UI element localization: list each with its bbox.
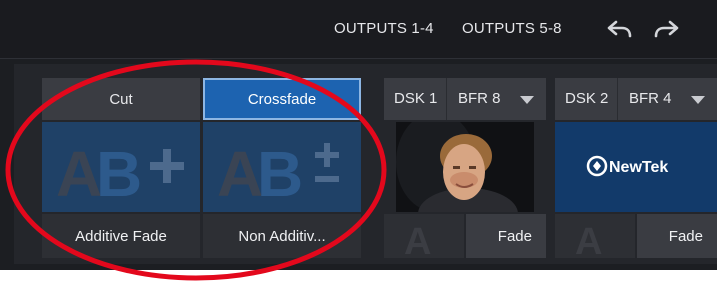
top-tab-bar: OUTPUTS 1-4 OUTPUTS 5-8 bbox=[0, 0, 717, 59]
redo-icon[interactable] bbox=[652, 17, 680, 41]
additive-fade-icon: A B bbox=[56, 138, 184, 210]
dsk1-thumbnail[interactable] bbox=[396, 122, 534, 212]
additive-fade-label[interactable]: Additive Fade bbox=[42, 214, 200, 258]
cut-button[interactable]: Cut bbox=[42, 78, 200, 120]
live-panel: OUTPUTS 1-4 OUTPUTS 5-8 Cut Crossfade A … bbox=[0, 0, 717, 270]
dsk2-fade-button[interactable]: Fade bbox=[637, 214, 717, 258]
dsk1-header: DSK 1 BFR 8 bbox=[384, 78, 546, 120]
person-portrait-image bbox=[396, 122, 534, 212]
non-additive-fade-tile[interactable]: A B bbox=[203, 122, 361, 212]
dsk1-buffer-select[interactable]: BFR 8 bbox=[458, 90, 501, 107]
dsk2-ab-toggle[interactable]: A bbox=[555, 214, 635, 263]
ab-icon: A bbox=[575, 221, 602, 263]
dsk1-button[interactable]: DSK 1 bbox=[394, 90, 437, 107]
non-additive-fade-icon: A B bbox=[217, 138, 339, 210]
non-additive-label[interactable]: Non Additiv... bbox=[203, 214, 361, 258]
dsk2-buffer-select[interactable]: BFR 4 bbox=[629, 90, 672, 107]
chevron-down-icon[interactable] bbox=[691, 96, 705, 104]
tab-outputs-5-8[interactable]: OUTPUTS 5-8 bbox=[462, 20, 562, 37]
newtek-logo-icon: NewTek bbox=[555, 122, 717, 212]
svg-text:A: A bbox=[404, 221, 431, 258]
dsk2-button[interactable]: DSK 2 bbox=[565, 90, 608, 107]
dsk1-fade-button[interactable]: Fade bbox=[466, 214, 546, 258]
newtek-logo-text: NewTek bbox=[609, 159, 668, 176]
additive-fade-tile[interactable]: A B bbox=[42, 122, 200, 212]
svg-text:B: B bbox=[96, 138, 142, 210]
dsk2-header: DSK 2 BFR 4 bbox=[555, 78, 717, 120]
undo-icon[interactable] bbox=[606, 17, 634, 41]
svg-text:B: B bbox=[257, 138, 303, 210]
svg-text:A: A bbox=[575, 221, 602, 258]
tab-outputs-1-4[interactable]: OUTPUTS 1-4 bbox=[334, 20, 434, 37]
divider bbox=[446, 78, 447, 120]
dsk1-ab-toggle[interactable]: A bbox=[384, 214, 464, 263]
ab-icon: A bbox=[404, 221, 431, 263]
chevron-down-icon[interactable] bbox=[520, 96, 534, 104]
divider bbox=[617, 78, 618, 120]
dsk2-thumbnail[interactable]: NewTek bbox=[555, 122, 717, 212]
crossfade-button[interactable]: Crossfade bbox=[203, 78, 361, 120]
